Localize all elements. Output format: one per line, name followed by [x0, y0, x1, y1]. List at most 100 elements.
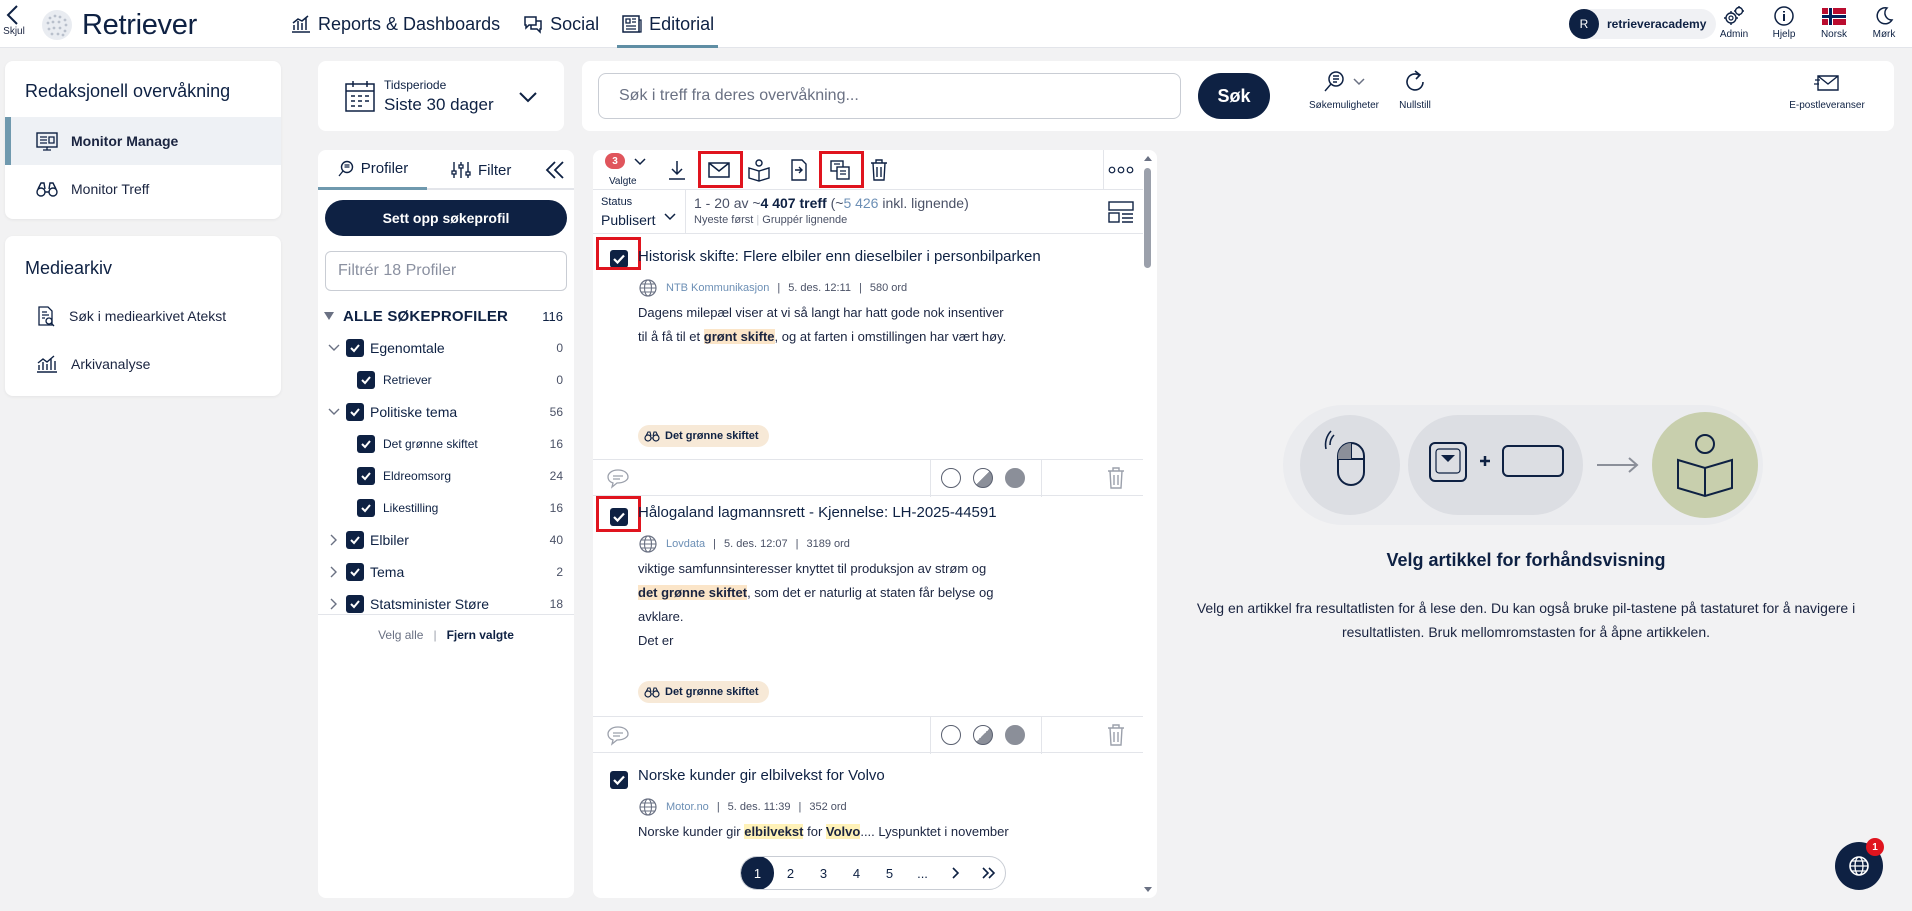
similar-open: (~	[830, 195, 844, 211]
admin-button[interactable]: Admin	[1716, 5, 1752, 40]
comment-icon[interactable]	[605, 724, 631, 746]
period-selector[interactable]: Tidsperiode Siste 30 dager	[318, 61, 564, 131]
page-button[interactable]: 5	[873, 857, 906, 889]
page-button[interactable]: 1	[741, 857, 774, 889]
profile-tag[interactable]: Det grønne skiftet	[638, 681, 769, 703]
hide-sidebar-button[interactable]: Skjul	[2, 4, 26, 37]
checkbox-checked-icon[interactable]	[357, 435, 375, 453]
last-page-button[interactable]	[972, 857, 1005, 889]
tree-row[interactable]: Eldreomsorg 24	[318, 460, 574, 492]
tree-row[interactable]: Egenomtale 0	[318, 332, 574, 364]
scroll-up-arrow-icon[interactable]	[1143, 154, 1153, 162]
page-button[interactable]: 4	[840, 857, 873, 889]
layout-toggle-icon[interactable]	[1107, 200, 1135, 224]
account-chip[interactable]: R retrieveracademy	[1569, 9, 1717, 39]
nav-editorial[interactable]: Editorial	[617, 0, 719, 48]
tree-row[interactable]: Det grønne skiftet 16	[318, 428, 574, 460]
checkbox-checked-icon[interactable]	[346, 403, 364, 421]
rating-full-icon[interactable]	[1005, 468, 1025, 488]
page-button[interactable]: 2	[774, 857, 807, 889]
article-source[interactable]: NTB Kommunikasjon	[666, 282, 769, 294]
tree-row[interactable]: Elbiler 40	[318, 524, 574, 556]
nav-reports-dashboards[interactable]: Reports & Dashboards	[286, 0, 504, 48]
article-meta: Lovdata | 5. des. 12:07 | 3189 ord	[638, 534, 850, 554]
tree-label: Politiske tema	[370, 404, 458, 420]
rating-empty-icon[interactable]	[941, 468, 961, 488]
tree-row[interactable]: Tema 2	[318, 556, 574, 588]
trash-icon[interactable]	[1105, 466, 1127, 490]
tree-row[interactable]: Politiske tema 56	[318, 396, 574, 428]
checkbox-checked-icon[interactable]	[346, 339, 364, 357]
email-deliveries-button[interactable]: E-postleveranser	[1782, 67, 1872, 111]
page-button[interactable]: 3	[807, 857, 840, 889]
checkbox-checked-icon[interactable]	[346, 595, 364, 613]
help-button[interactable]: Hjelp	[1766, 5, 1802, 40]
sidebar-item-search-archive[interactable]: Søk i mediearkivet Atekst	[5, 292, 281, 340]
profile-tag[interactable]: Det grønne skiftet	[638, 425, 769, 447]
chevron-right-icon[interactable]	[326, 564, 342, 580]
trash-icon[interactable]	[1105, 723, 1127, 747]
chevron-right-icon[interactable]	[326, 596, 342, 612]
deselect-link[interactable]: Fjern valgte	[447, 628, 514, 642]
article-title[interactable]: Hålogaland lagmannsrett - Kjennelse: LH-…	[638, 504, 997, 521]
article-source[interactable]: Motor.no	[666, 801, 709, 813]
nav-social[interactable]: Social	[518, 0, 603, 48]
group-similar[interactable]: Gruppér lignende	[762, 214, 847, 226]
retriever-logo[interactable]: Retriever	[40, 8, 197, 42]
rating-full-icon[interactable]	[1005, 725, 1025, 745]
chevron-down-icon[interactable]	[326, 404, 342, 420]
tab-filter[interactable]: Filter	[450, 150, 511, 190]
highlight-box	[819, 151, 864, 188]
tab-profiles[interactable]: Profiler	[318, 150, 427, 190]
results-scrollbar[interactable]	[1144, 168, 1151, 268]
search-input[interactable]: Søk i treff fra deres overvåkning...	[598, 73, 1181, 119]
sidebar-item-monitor-treff[interactable]: Monitor Treff	[5, 165, 281, 213]
more-options-button[interactable]	[1107, 156, 1135, 184]
checkbox-checked-icon[interactable]	[357, 467, 375, 485]
export-button[interactable]	[785, 156, 813, 184]
tree-count: 24	[549, 469, 563, 483]
next-page-button[interactable]	[939, 857, 972, 889]
sort-newest[interactable]: Nyeste først	[694, 214, 753, 226]
tree-row-all[interactable]: ALLE SØKEPROFILER 116	[318, 300, 574, 332]
language-button[interactable]: Norsk	[1816, 5, 1852, 40]
similar-count[interactable]: 5 426	[843, 195, 878, 211]
scroll-down-arrow-icon[interactable]	[1143, 886, 1153, 894]
results-panel: 3 Valgte Status Publisert 1 - 20 av ~4 4…	[593, 150, 1157, 898]
setup-search-profile-button[interactable]: Sett opp søkeprofil	[325, 200, 567, 236]
comment-icon[interactable]	[605, 467, 631, 489]
reader-button[interactable]	[745, 156, 773, 184]
rating-empty-icon[interactable]	[941, 725, 961, 745]
preview-illustration	[1283, 405, 1763, 525]
select-all-link[interactable]: Velg alle	[378, 628, 423, 642]
article-source[interactable]: Lovdata	[666, 538, 705, 550]
chevron-down-icon[interactable]	[326, 340, 342, 356]
download-button[interactable]	[663, 156, 691, 184]
dark-mode-button[interactable]: Mørk	[1866, 5, 1902, 40]
tree-row[interactable]: Retriever 0	[318, 364, 574, 396]
search-options-button[interactable]: Søkemuligheter	[1304, 67, 1384, 111]
rating-half-icon[interactable]	[973, 725, 993, 745]
article-item[interactable]: Hålogaland lagmannsrett - Kjennelse: LH-…	[593, 496, 1143, 717]
checkbox-checked-icon[interactable]	[346, 563, 364, 581]
checkbox-checked-icon[interactable]	[607, 768, 631, 792]
selected-dropdown[interactable]: 3 Valgte	[603, 150, 655, 190]
rating-half-icon[interactable]	[973, 468, 993, 488]
sidebar-item-archive-analysis[interactable]: Arkivanalyse	[5, 340, 281, 388]
article-title[interactable]: Historisk skifte: Flere elbiler enn dies…	[638, 248, 1041, 265]
checkbox-checked-icon[interactable]	[357, 371, 375, 389]
filter-profiles-input[interactable]: Filtrér 18 Profiler	[325, 251, 567, 291]
article-item[interactable]: Historisk skifte: Flere elbiler enn dies…	[593, 234, 1143, 459]
search-button[interactable]: Søk	[1198, 73, 1270, 119]
tree-row[interactable]: Likestilling 16	[318, 492, 574, 524]
reset-button[interactable]: Nullstill	[1385, 67, 1445, 111]
checkbox-checked-icon[interactable]	[346, 531, 364, 549]
collapse-double-chevron-left-icon[interactable]	[544, 159, 566, 181]
sidebar-item-monitor-manage[interactable]: Monitor Manage	[5, 117, 281, 165]
checkbox-checked-icon[interactable]	[357, 499, 375, 517]
delete-button[interactable]	[865, 156, 893, 184]
article-title[interactable]: Norske kunder gir elbilvekst for Volvo	[638, 767, 885, 784]
highlight-term: det grønne skiftet	[638, 585, 748, 600]
status-dropdown[interactable]: Status Publisert	[601, 194, 676, 230]
chevron-right-icon[interactable]	[326, 532, 342, 548]
